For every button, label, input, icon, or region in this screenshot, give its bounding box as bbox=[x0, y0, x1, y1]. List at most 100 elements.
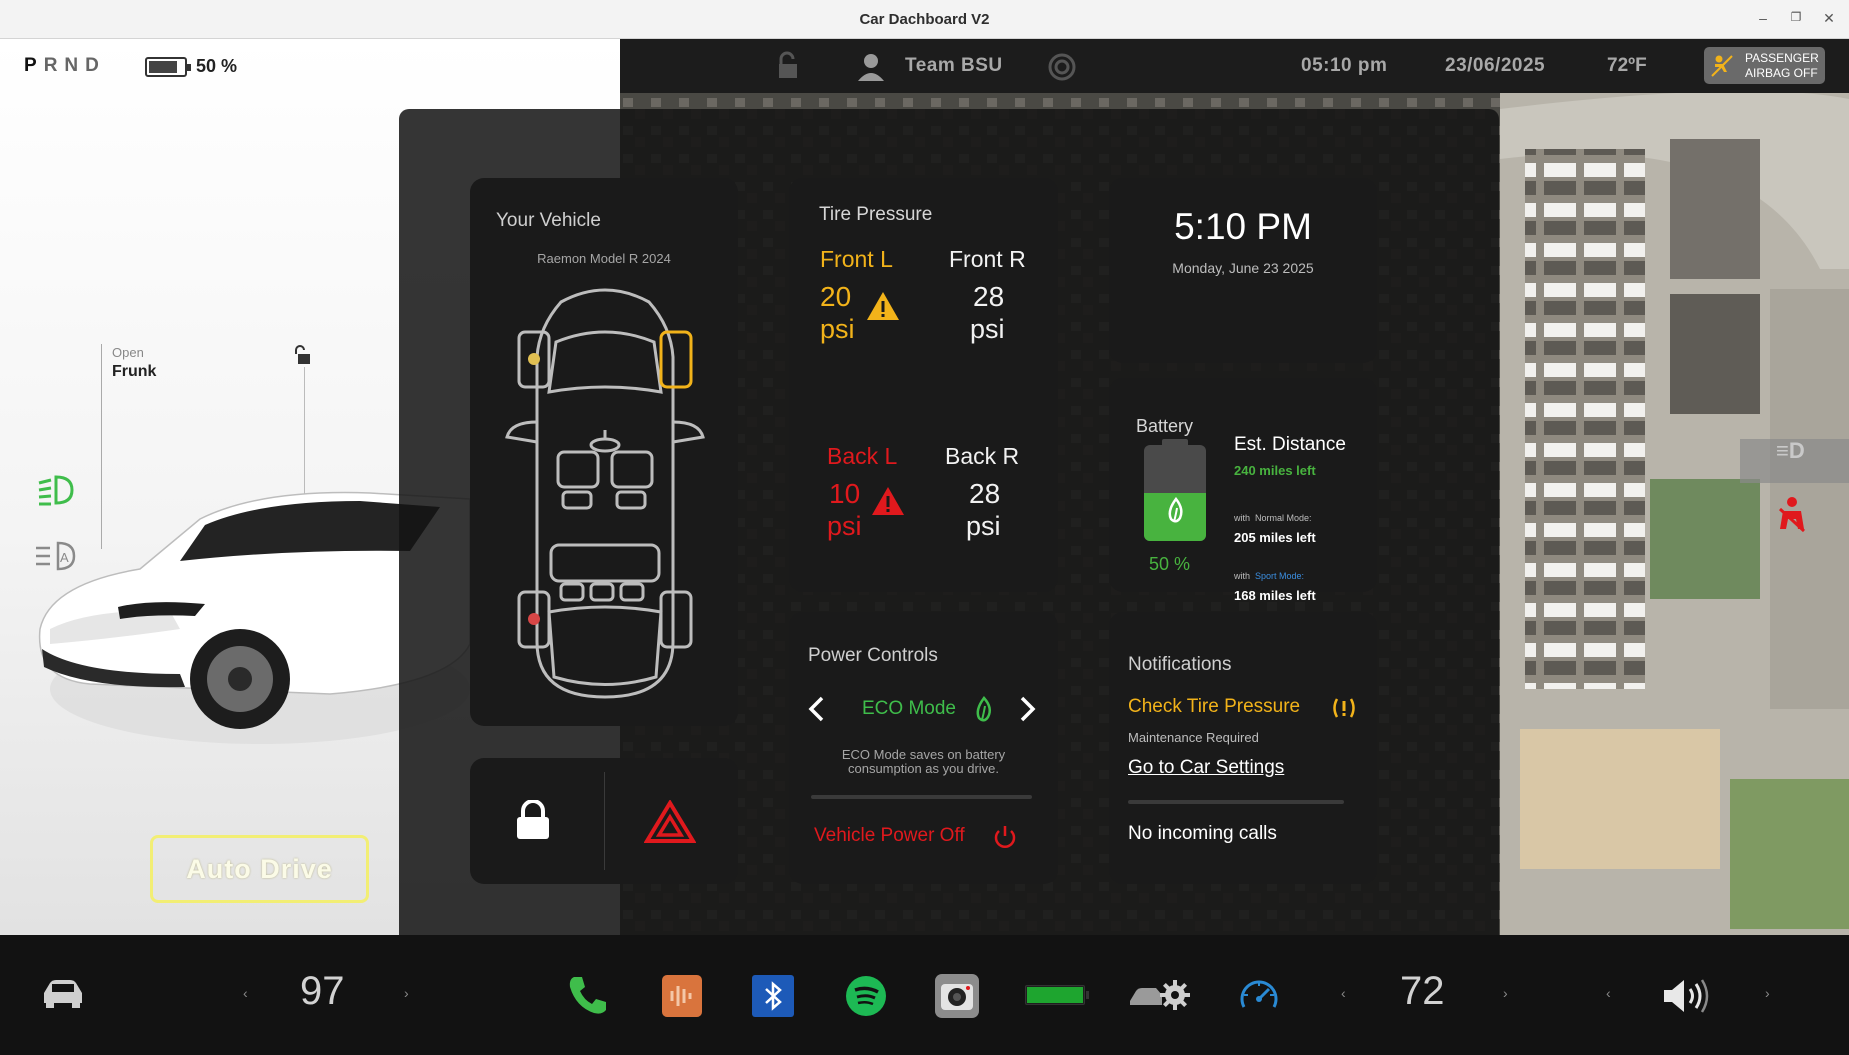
mode-next-button[interactable] bbox=[1017, 695, 1037, 723]
power-desc-line2: consumption as you drive. bbox=[847, 761, 1000, 776]
tire-back-l-label: Back L bbox=[827, 443, 898, 469]
phone-icon[interactable] bbox=[566, 973, 610, 1017]
power-off-label[interactable]: Vehicle Power Off bbox=[814, 825, 965, 847]
tire-front-l-unit: psi bbox=[820, 314, 855, 344]
gear-r[interactable]: R bbox=[44, 55, 65, 76]
spotify-icon[interactable] bbox=[845, 975, 887, 1017]
tire-pressure-card: Tire Pressure Front L 20 psi Front R 28 … bbox=[789, 178, 1058, 592]
eco-leaf-icon bbox=[976, 696, 992, 722]
clock-card: 5:10 PM Monday, June 23 2025 bbox=[1109, 178, 1377, 363]
right-temp-up-button[interactable]: › bbox=[1503, 985, 1508, 1001]
power-icon[interactable] bbox=[992, 824, 1018, 850]
est-distance-value: 240 miles left bbox=[1234, 463, 1316, 478]
sport-prefix: with bbox=[1234, 571, 1251, 581]
notifications-card: Notifications Check Tire Pressure Mainte… bbox=[1109, 612, 1377, 884]
sport-mode-line: with Sport Mode: bbox=[1234, 571, 1304, 581]
airbag-line1: PASSENGER bbox=[1745, 51, 1819, 65]
tire-title: Tire Pressure bbox=[819, 204, 933, 225]
battery-status-icon[interactable] bbox=[1025, 985, 1089, 1005]
dashcam-icon[interactable] bbox=[1048, 53, 1076, 86]
map-headlight-icon: ≡D bbox=[1776, 438, 1805, 463]
car-icon[interactable] bbox=[40, 977, 86, 1009]
unlock-icon[interactable] bbox=[293, 344, 313, 371]
car-settings-icon[interactable] bbox=[1128, 973, 1192, 1017]
hazard-button[interactable] bbox=[643, 799, 697, 849]
tire-front-r-unit: psi bbox=[970, 314, 1005, 344]
airbag-line2: AIRBAG OFF bbox=[1745, 66, 1818, 80]
top-status-bar: Team BSU 05:10 pm 23/06/2025 72ºF PASSEN… bbox=[620, 39, 1849, 93]
calls-status: No incoming calls bbox=[1128, 823, 1277, 844]
bottom-bar: ‹ 97 › ‹ 72 › ‹ › bbox=[0, 935, 1849, 1055]
tire-front-r-value: 28 bbox=[973, 281, 1005, 312]
podcast-app-icon[interactable] bbox=[662, 975, 702, 1017]
topbar-time: 05:10 pm bbox=[1301, 55, 1388, 76]
speedometer-icon[interactable] bbox=[1236, 973, 1282, 1019]
bluetooth-icon[interactable] bbox=[752, 975, 794, 1017]
actions-divider bbox=[604, 772, 605, 870]
gear-selector[interactable]: PRND bbox=[24, 55, 106, 77]
quick-actions-card bbox=[470, 758, 738, 884]
volume-icon[interactable] bbox=[1660, 975, 1714, 1017]
tire-warning-icon bbox=[867, 292, 899, 320]
door-line bbox=[304, 367, 305, 497]
window-title: Car Dachboard V2 bbox=[859, 11, 990, 28]
battery-cap bbox=[1162, 439, 1188, 446]
normal-mode-label: Normal Mode: bbox=[1255, 513, 1312, 523]
vehicle-model: Raemon Model R 2024 bbox=[537, 251, 671, 266]
notifications-divider bbox=[1128, 800, 1344, 804]
auto-drive-button[interactable]: Auto Drive bbox=[150, 835, 369, 903]
lock-status-icon[interactable] bbox=[772, 51, 806, 86]
vehicle-topview bbox=[505, 288, 705, 699]
normal-mode-line: with Normal Mode: bbox=[1234, 513, 1312, 523]
tire-front-l-label: Front L bbox=[820, 246, 893, 272]
battery-top-icon bbox=[145, 57, 191, 77]
frunk-state: Open bbox=[112, 345, 144, 360]
tire-back-r-unit: psi bbox=[966, 511, 1001, 541]
battery-gauge bbox=[1144, 445, 1206, 541]
gear-p[interactable]: P bbox=[24, 55, 44, 76]
power-mode-label: ECO Mode bbox=[862, 698, 956, 719]
power-desc-line1: ECO Mode saves on battery bbox=[841, 747, 1006, 762]
camera-app-icon[interactable] bbox=[935, 974, 979, 1018]
mode-prev-button[interactable] bbox=[807, 695, 827, 723]
profile-name[interactable]: Team BSU bbox=[905, 55, 1003, 77]
gear-n[interactable]: N bbox=[64, 55, 85, 76]
hazard-icon bbox=[643, 799, 697, 843]
frunk-label[interactable]: Frunk bbox=[112, 363, 156, 381]
clock-date: Monday, June 23 2025 bbox=[1172, 260, 1314, 276]
power-controls-card: Power Controls ECO Mode ECO Mode saves o… bbox=[789, 612, 1058, 884]
left-temp-down-button[interactable]: ‹ bbox=[243, 985, 248, 1001]
vehicle-title: Your Vehicle bbox=[496, 210, 601, 231]
close-icon[interactable]: ✕ bbox=[1820, 10, 1838, 27]
right-temp-down-button[interactable]: ‹ bbox=[1341, 985, 1346, 1001]
tire-front-r-label: Front R bbox=[949, 246, 1026, 272]
power-title: Power Controls bbox=[808, 645, 938, 666]
airbag-icon bbox=[1711, 55, 1733, 77]
battery-leaf-icon bbox=[1168, 497, 1183, 523]
volume-up-button[interactable]: › bbox=[1765, 985, 1770, 1001]
profile-icon[interactable] bbox=[856, 52, 886, 87]
restore-icon[interactable]: ❐ bbox=[1787, 10, 1805, 24]
est-distance-title: Est. Distance bbox=[1234, 434, 1346, 455]
notifications-title: Notifications bbox=[1128, 654, 1232, 675]
tire-critical-icon bbox=[872, 487, 904, 515]
clock-time: 5:10 PM bbox=[1174, 206, 1312, 247]
tire-back-r-label: Back R bbox=[945, 443, 1020, 469]
gear-d[interactable]: D bbox=[85, 55, 106, 76]
lock-button[interactable] bbox=[515, 799, 551, 845]
notification-alert[interactable]: Check Tire Pressure bbox=[1128, 696, 1300, 718]
vehicle-card: Your Vehicle Raemon Model R 2024 bbox=[470, 178, 738, 726]
battery-top-label: 50 % bbox=[196, 56, 238, 76]
car-settings-link[interactable]: Go to Car Settings bbox=[1128, 757, 1284, 779]
minimize-icon[interactable]: – bbox=[1754, 10, 1772, 26]
left-temp-value: 97 bbox=[300, 969, 345, 1013]
notification-sub: Maintenance Required bbox=[1128, 730, 1259, 745]
topbar-date: 23/06/2025 bbox=[1445, 55, 1546, 76]
left-temp-up-button[interactable]: › bbox=[404, 985, 409, 1001]
dashboard-overlay: Your Vehicle Raemon Model R 2024 Tire Pr… bbox=[399, 109, 1499, 935]
tire-alert-icon bbox=[1333, 698, 1355, 718]
lock-icon bbox=[517, 799, 549, 839]
power-divider bbox=[811, 795, 1032, 799]
volume-down-button[interactable]: ‹ bbox=[1606, 985, 1611, 1001]
battery-card: Battery 50 % Est. Distance 240 miles lef… bbox=[1109, 378, 1377, 603]
